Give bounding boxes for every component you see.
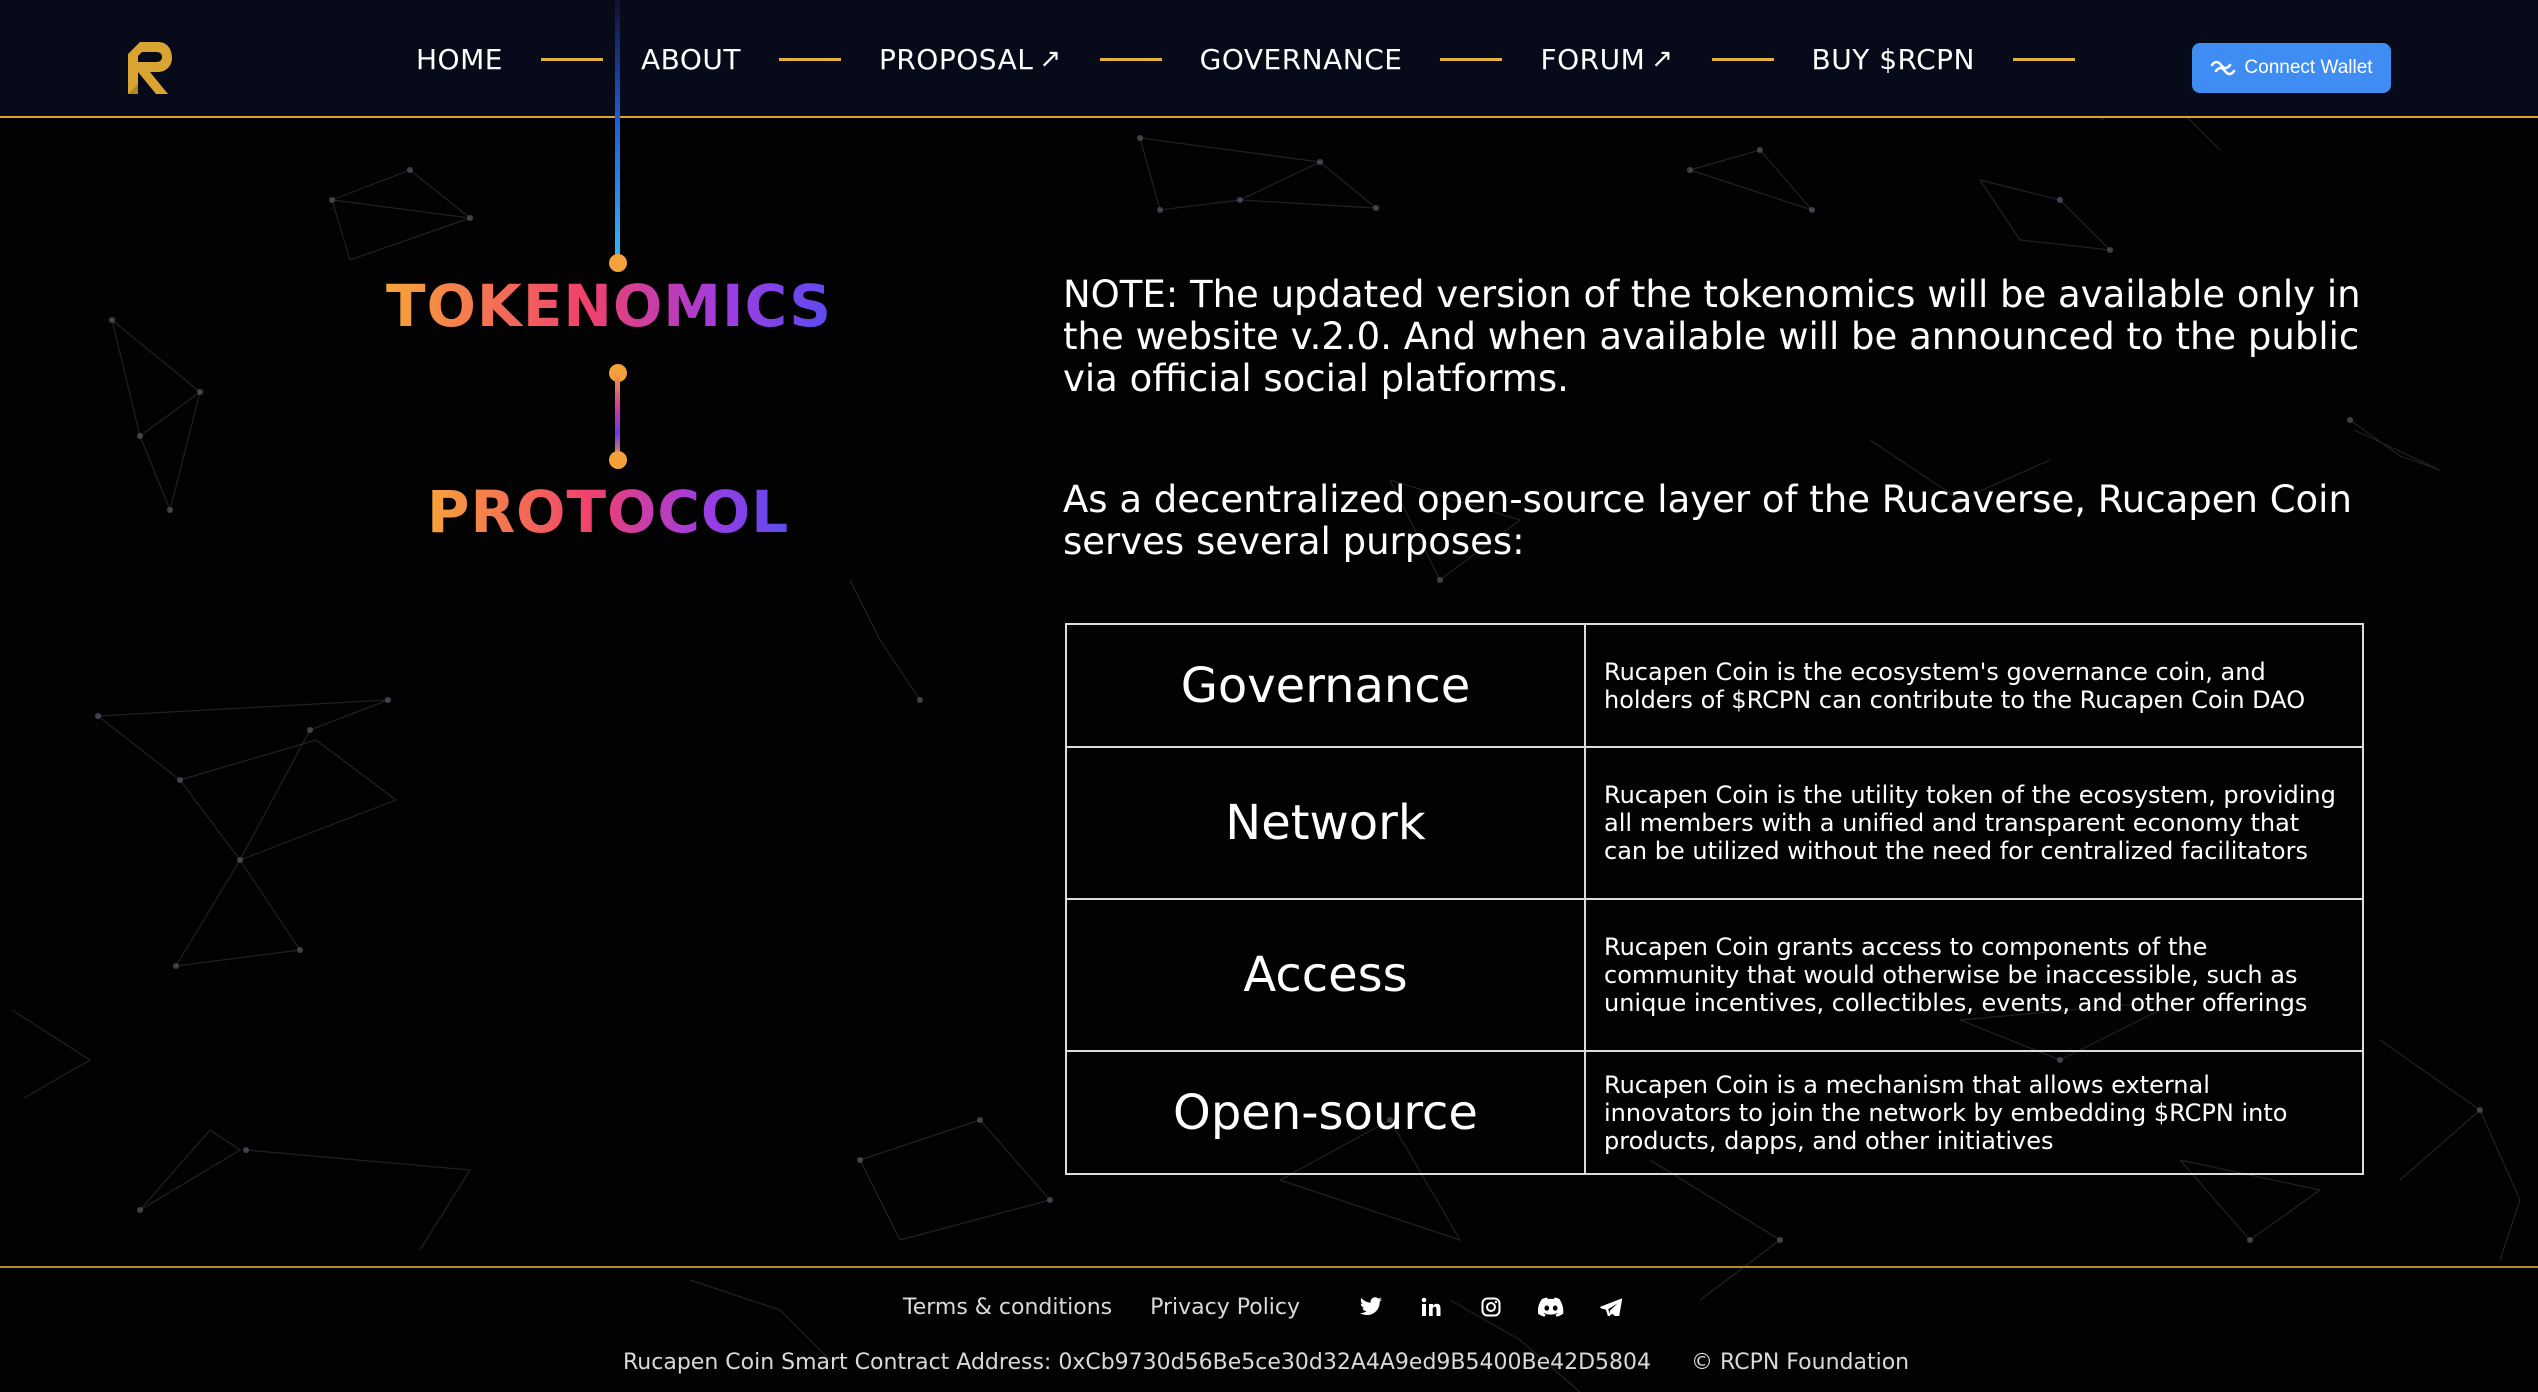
table-row: Access Rucapen Coin grants access to com… [1065, 898, 2364, 1052]
nav-proposal[interactable]: PROPOSAL ↗ [879, 43, 1062, 76]
footer-links: Terms & conditions Privacy Policy [903, 1290, 1656, 1324]
nav-buy-rcpn[interactable]: BUY $RCPN [1812, 43, 1975, 76]
nav-separator [1099, 57, 1162, 61]
nav-separator [540, 57, 603, 61]
copyright-text: © RCPN Foundation [1691, 1350, 1910, 1375]
nav-home[interactable]: HOME [416, 43, 503, 76]
timeline-dot [609, 254, 627, 272]
wallet-wave-icon [2211, 60, 2236, 76]
external-link-icon: ↗ [1651, 44, 1674, 74]
nav-forum[interactable]: FORUM ↗ [1540, 43, 1673, 76]
instagram-icon[interactable] [1476, 1292, 1506, 1322]
tokenomics-heading: TOKENOMICS [386, 272, 832, 340]
timeline-line-mid [615, 372, 620, 460]
protocol-heading: PROTOCOL [427, 478, 790, 546]
table-row: Open-source Rucapen Coin is a mechanism … [1065, 1050, 2364, 1175]
purpose-name: Governance [1065, 623, 1586, 748]
twitter-icon[interactable] [1356, 1292, 1386, 1322]
nav-forum-label: FORUM [1540, 42, 1646, 76]
nav-governance[interactable]: GOVERNANCE [1200, 43, 1403, 76]
privacy-link[interactable]: Privacy Policy [1150, 1295, 1300, 1320]
social-links [1356, 1292, 1656, 1322]
nav-governance-label: GOVERNANCE [1199, 42, 1403, 76]
external-link-icon: ↗ [1039, 44, 1062, 74]
rcpn-logo-icon[interactable] [124, 40, 174, 96]
purpose-description: Rucapen Coin is the utility token of the… [1584, 746, 2364, 900]
contract-address: Rucapen Coin Smart Contract Address: 0xC… [623, 1350, 1652, 1375]
nav-separator [778, 57, 841, 61]
purpose-name: Open-source [1065, 1050, 1586, 1175]
top-navbar: HOME ABOUT PROPOSAL ↗ GOVERNANCE FORUM ↗ B… [0, 0, 2538, 118]
purpose-description: Rucapen Coin grants access to components… [1584, 898, 2364, 1052]
main-nav: HOME ABOUT PROPOSAL ↗ GOVERNANCE FORUM ↗ B… [416, 0, 2113, 118]
nav-about-label: ABOUT [640, 42, 741, 76]
connect-wallet-label: Connect Wallet [2244, 57, 2373, 78]
discord-icon[interactable] [1536, 1292, 1566, 1322]
timeline-line-top [615, 0, 620, 262]
footer-bottom: Rucapen Coin Smart Contract Address: 0xC… [623, 1350, 1909, 1375]
purpose-name: Access [1065, 898, 1586, 1052]
telegram-icon[interactable] [1596, 1292, 1626, 1322]
protocol-intro: As a decentralized open-source layer of … [1063, 478, 2352, 563]
terms-link[interactable]: Terms & conditions [903, 1295, 1112, 1320]
purposes-table: Governance Rucapen Coin is the ecosystem… [1065, 623, 2364, 1175]
nav-separator [2013, 57, 2075, 61]
tokenomics-note: NOTE: The updated version of the tokenom… [1063, 273, 2361, 400]
purpose-name: Network [1065, 746, 1586, 900]
purpose-description: Rucapen Coin is the ecosystem's governan… [1584, 623, 2364, 748]
nav-about[interactable]: ABOUT [641, 43, 741, 76]
nav-separator [1440, 57, 1503, 61]
connect-wallet-button[interactable]: Connect Wallet [2192, 43, 2391, 93]
timeline-dot [609, 451, 627, 469]
nav-buy-rcpn-label: BUY $RCPN [1811, 42, 1975, 76]
table-row: Network Rucapen Coin is the utility toke… [1065, 746, 2364, 900]
nav-proposal-label: PROPOSAL [878, 42, 1034, 76]
table-row: Governance Rucapen Coin is the ecosystem… [1065, 623, 2364, 748]
nav-separator [1711, 57, 1774, 61]
footer-divider [0, 1266, 2538, 1268]
nav-home-label: HOME [416, 42, 503, 76]
purpose-description: Rucapen Coin is a mechanism that allows … [1584, 1050, 2364, 1175]
linkedin-icon[interactable] [1416, 1292, 1446, 1322]
